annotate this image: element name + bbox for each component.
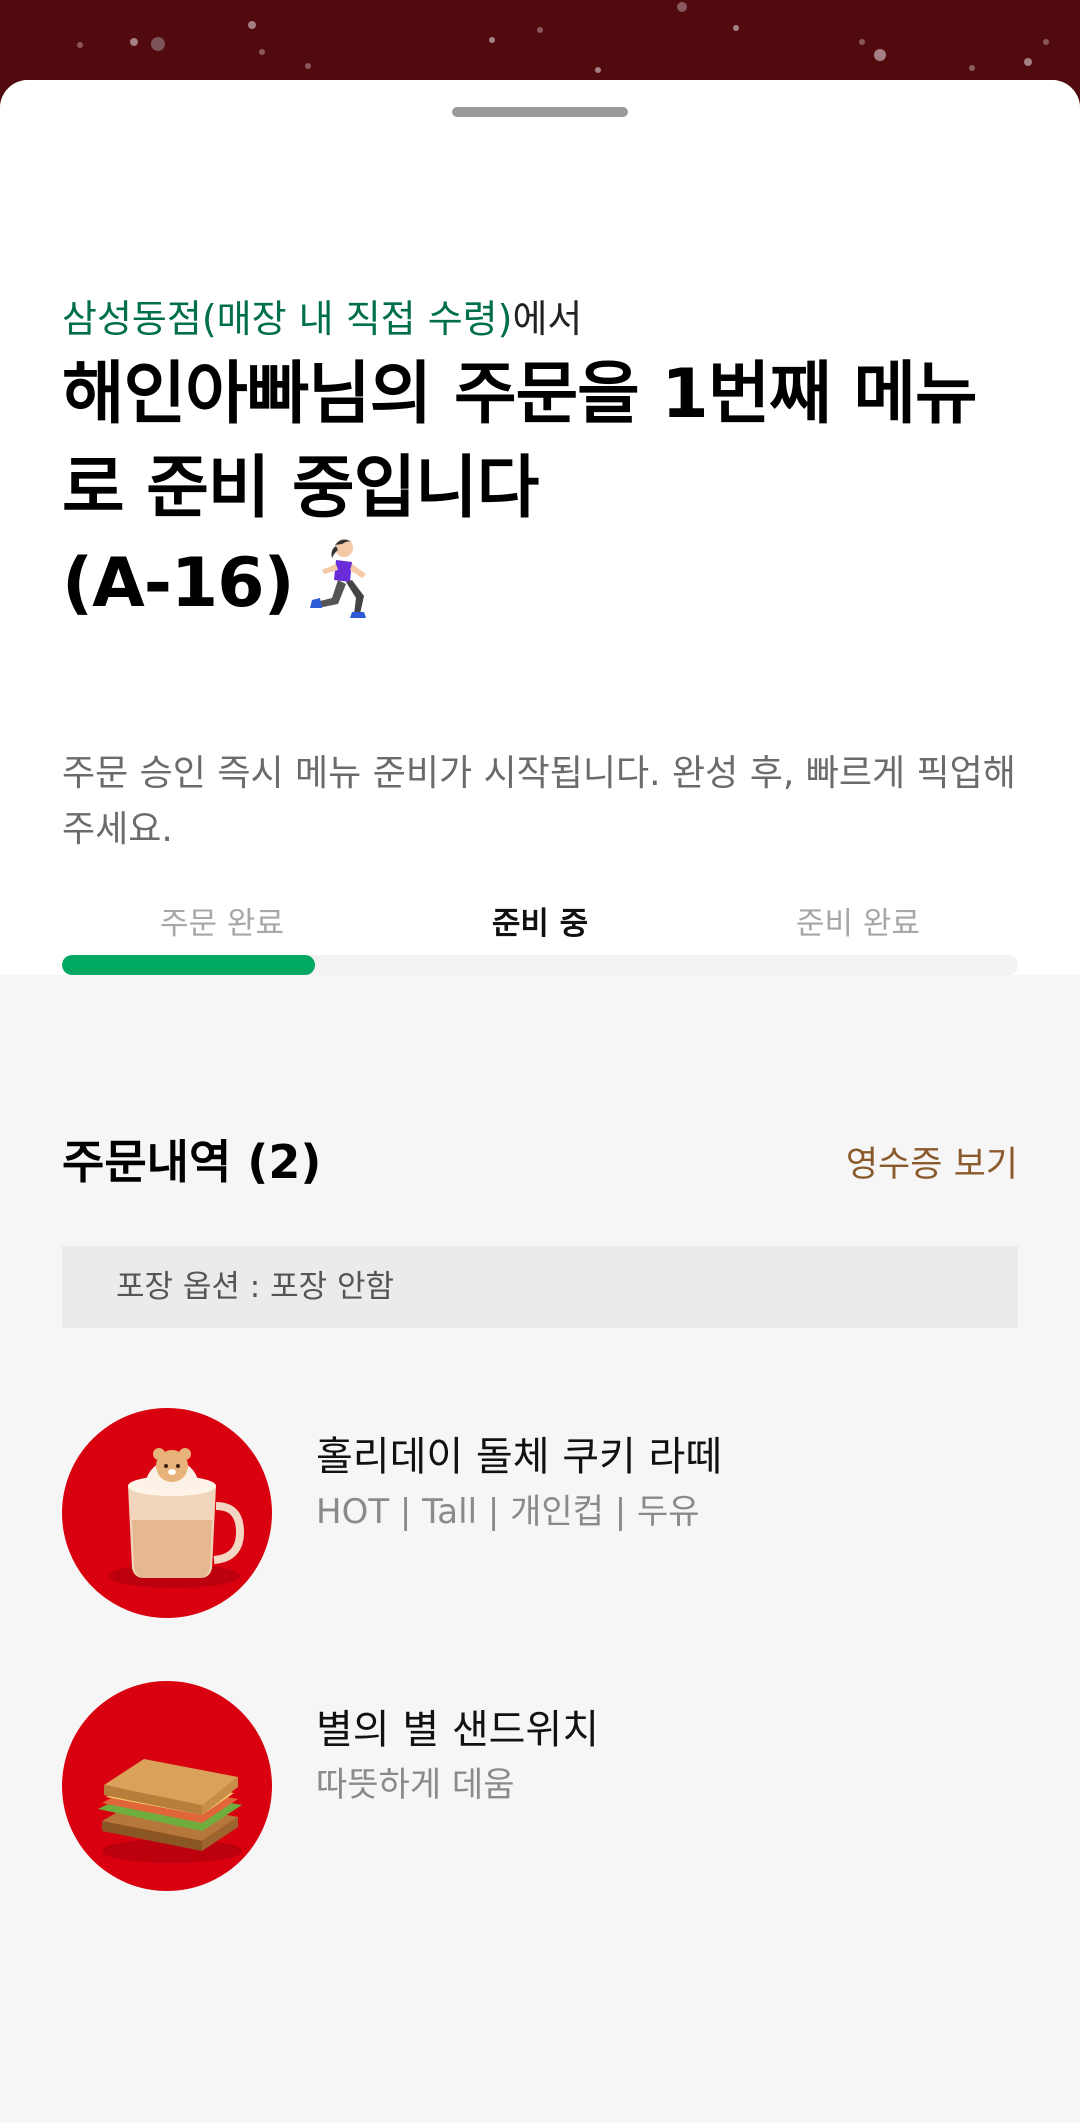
order-status-sheet: 삼성동점(매장 내 직접 수령)에서 해인아빠님의 주문을 1번째 메뉴로 준비… [0, 80, 1080, 2123]
order-item: 별의 별 샌드위치 따뜻하게 데움 [62, 1681, 1018, 1893]
woman-running-icon [302, 536, 378, 620]
order-description: 주문 승인 즉시 메뉴 준비가 시작됩니다. 완성 후, 빠르게 픽업해 주세요… [62, 753, 1016, 850]
progress-bar-fill [62, 955, 316, 975]
progress-bar [62, 955, 1018, 975]
headline-text: 해인아빠님의 주문을 1번째 메뉴로 준비 중입니다 [62, 355, 978, 528]
drag-handle[interactable] [452, 107, 628, 117]
order-history-title: 주문내역 (2) [62, 1135, 322, 1189]
store-line: 삼성동점(매장 내 직접 수령)에서 [62, 288, 582, 343]
packaging-option-box: 포장 옵션 : 포장 안함 [62, 1246, 1018, 1328]
store-name: 삼성동점(매장 내 직접 수령) [62, 297, 513, 341]
item-options: 따뜻하게 데움 [316, 1765, 515, 1805]
item-options: HOT | Tall | 개인컵 | 두유 [316, 1492, 700, 1532]
order-item: 홀리데이 돌체 쿠키 라떼 HOT | Tall | 개인컵 | 두유 [62, 1408, 1018, 1620]
order-number: (A-16) [62, 544, 295, 623]
progress-steps: 주문 완료 준비 중 준비 완료 [62, 898, 1018, 948]
latte-icon [62, 1408, 272, 1618]
item-name: 별의 별 샌드위치 [316, 1707, 600, 1753]
order-status-headline: 해인아빠님의 주문을 1번째 메뉴로 준비 중입니다 (A-16) [62, 348, 1022, 631]
sandwich-icon [62, 1681, 272, 1891]
step-preparing: 준비 중 [491, 906, 589, 942]
store-suffix: 에서 [512, 297, 583, 341]
step-order-complete: 주문 완료 [160, 906, 284, 942]
step-ready: 준비 완료 [796, 906, 920, 942]
item-name: 홀리데이 돌체 쿠키 라떼 [316, 1434, 723, 1480]
view-receipt-link[interactable]: 영수증 보기 [846, 1136, 1018, 1187]
